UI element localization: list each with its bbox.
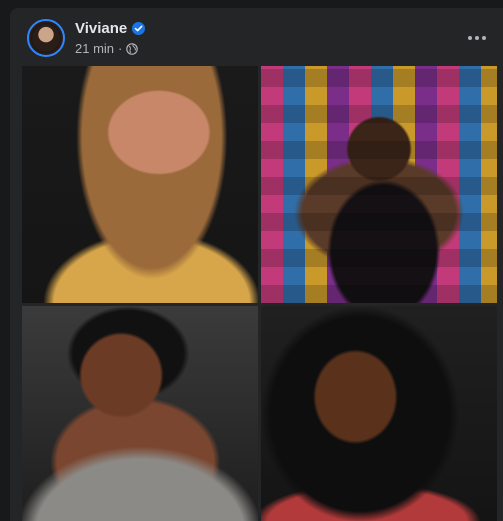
post-photo-4[interactable] bbox=[261, 306, 497, 521]
post-photo-3[interactable] bbox=[22, 306, 258, 521]
author-row: Viviane bbox=[75, 20, 146, 37]
post-meta: 21 min · bbox=[75, 41, 139, 56]
post-header: Viviane 21 min · bbox=[10, 8, 503, 68]
author-avatar[interactable] bbox=[27, 19, 65, 57]
post-photo-1[interactable] bbox=[22, 66, 258, 303]
post-card: Viviane 21 min · bbox=[10, 8, 503, 521]
meta-separator: · bbox=[118, 41, 123, 56]
post-timestamp[interactable]: 21 min bbox=[75, 41, 114, 56]
post-photo-2[interactable] bbox=[261, 66, 497, 303]
photo-grid bbox=[22, 66, 503, 521]
globe-icon[interactable] bbox=[126, 42, 139, 55]
verified-badge-icon bbox=[132, 22, 146, 35]
author-name[interactable]: Viviane bbox=[75, 20, 127, 37]
more-options-icon[interactable] bbox=[465, 26, 489, 50]
